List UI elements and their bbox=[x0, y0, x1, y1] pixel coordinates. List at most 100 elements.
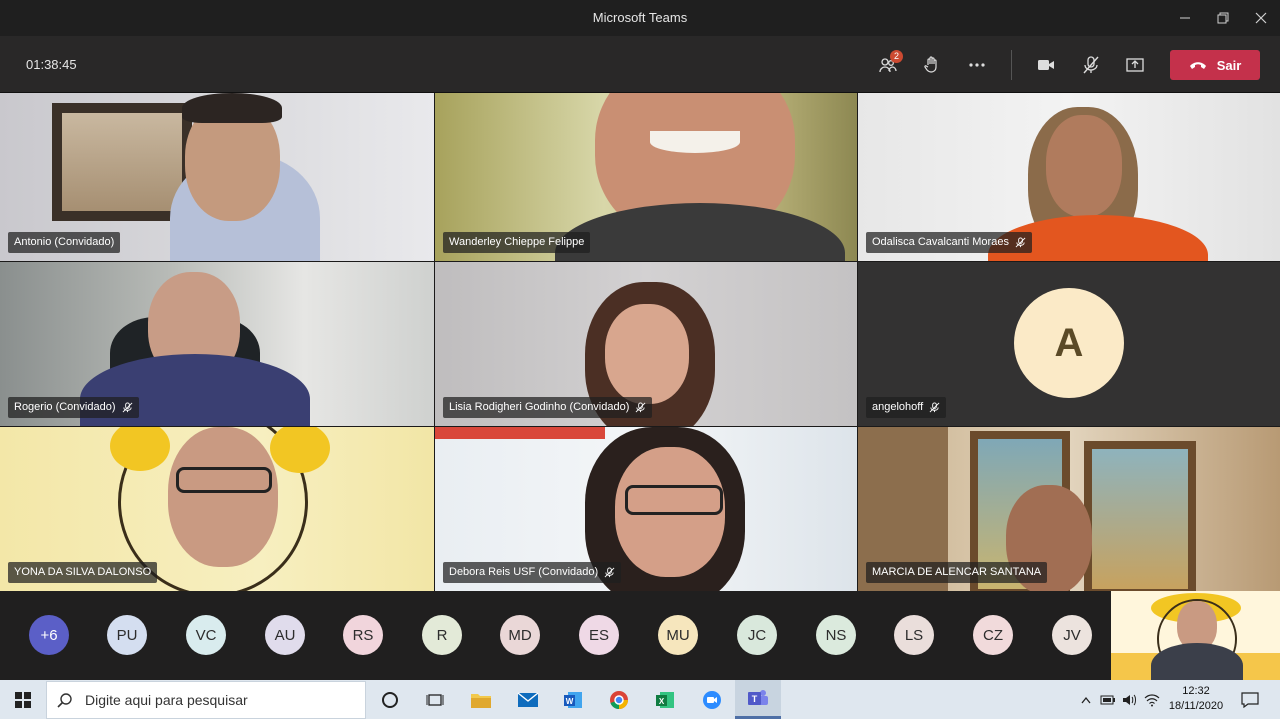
taskbar-clock[interactable]: 12:32 18/11/2020 bbox=[1160, 684, 1232, 714]
video-tile[interactable]: MARCIA DE ALENCAR SANTANA bbox=[858, 427, 1280, 591]
leave-call-label: Sair bbox=[1216, 57, 1242, 73]
mail-button[interactable] bbox=[505, 680, 551, 719]
participant-avatar[interactable]: VC bbox=[186, 615, 226, 655]
leave-call-button[interactable]: Sair bbox=[1170, 50, 1260, 80]
mail-icon bbox=[517, 691, 539, 707]
restore-icon[interactable] bbox=[1204, 0, 1242, 36]
file-explorer-button[interactable] bbox=[458, 680, 504, 719]
self-view-video[interactable] bbox=[1111, 591, 1280, 680]
video-tile[interactable]: Lisia Rodigheri Godinho (Convidado) bbox=[435, 262, 857, 426]
word-icon: W bbox=[564, 691, 582, 708]
network-button[interactable] bbox=[1142, 680, 1162, 719]
zoom-button[interactable] bbox=[689, 680, 735, 719]
video-tile[interactable]: YONA DA SILVA DALONSO bbox=[0, 427, 434, 591]
hand-icon bbox=[924, 56, 937, 73]
wifi-icon bbox=[1144, 693, 1160, 706]
share-screen-icon bbox=[1126, 58, 1144, 72]
title-bar: Microsoft Teams bbox=[0, 0, 1280, 36]
participants-count-badge: 2 bbox=[890, 50, 903, 63]
participant-avatar[interactable]: NS bbox=[816, 615, 856, 655]
cortana-button[interactable] bbox=[367, 680, 413, 719]
share-screen-button[interactable] bbox=[1120, 50, 1150, 80]
chevron-up-icon bbox=[1081, 696, 1091, 703]
notification-icon bbox=[1241, 691, 1259, 708]
participant-avatar[interactable]: JV bbox=[1052, 615, 1092, 655]
teams-window: Microsoft Teams 01:38:45 2 Sair Antonio … bbox=[0, 0, 1280, 719]
more-participants-button[interactable]: +6 bbox=[29, 615, 69, 655]
participant-name-tag: Debora Reis USF (Convidado) bbox=[443, 562, 622, 583]
mic-off-icon bbox=[604, 567, 615, 578]
search-icon bbox=[57, 693, 72, 708]
video-tile[interactable]: Wanderley Chieppe Felippe bbox=[435, 93, 857, 261]
teams-icon: T bbox=[748, 690, 768, 705]
close-icon[interactable] bbox=[1242, 0, 1280, 36]
toolbar-divider bbox=[1011, 50, 1012, 80]
mic-off-icon bbox=[122, 402, 132, 413]
folder-icon bbox=[471, 693, 491, 708]
participant-avatar[interactable]: LS bbox=[894, 615, 934, 655]
participant-name-tag: Antonio (Convidado) bbox=[8, 232, 121, 253]
start-button[interactable] bbox=[0, 680, 46, 719]
battery-button[interactable] bbox=[1098, 680, 1118, 719]
zoom-icon bbox=[703, 690, 721, 709]
volume-button[interactable] bbox=[1120, 680, 1140, 719]
hang-up-icon bbox=[1189, 62, 1206, 69]
camera-icon bbox=[1038, 60, 1054, 70]
battery-icon bbox=[1100, 695, 1115, 704]
excel-icon: X bbox=[656, 691, 674, 708]
windows-taskbar: Digite aqui para pesquisar W X T 12:32 1… bbox=[0, 680, 1280, 719]
minimize-icon[interactable] bbox=[1166, 0, 1204, 36]
participant-name-tag: MARCIA DE ALENCAR SANTANA bbox=[866, 562, 1048, 583]
svg-text:T: T bbox=[752, 694, 758, 704]
word-button[interactable]: W bbox=[550, 680, 596, 719]
windows-logo-icon bbox=[15, 691, 31, 708]
participant-avatar[interactable]: R bbox=[422, 615, 462, 655]
participant-avatar[interactable]: AU bbox=[265, 615, 305, 655]
microphone-button[interactable] bbox=[1076, 50, 1106, 80]
teams-button[interactable]: T bbox=[735, 680, 781, 719]
participant-name-tag: YONA DA SILVA DALONSO bbox=[8, 562, 158, 583]
call-timer: 01:38:45 bbox=[26, 57, 77, 72]
show-hidden-icons-button[interactable] bbox=[1076, 680, 1096, 719]
mic-off-icon bbox=[929, 402, 940, 413]
participant-name-tag: Lisia Rodigheri Godinho (Convidado) bbox=[443, 397, 653, 418]
video-tile[interactable]: Odalisca Cavalcanti Moraes bbox=[858, 93, 1280, 261]
participant-avatar[interactable]: JC bbox=[737, 615, 777, 655]
participant-avatar: A bbox=[1014, 288, 1124, 398]
participant-name-tag: Wanderley Chieppe Felippe bbox=[443, 232, 591, 253]
participant-name-tag: Rogerio (Convidado) bbox=[8, 397, 139, 418]
cortana-icon bbox=[382, 691, 398, 708]
task-view-button[interactable] bbox=[412, 680, 458, 719]
chrome-icon bbox=[610, 690, 628, 709]
call-toolbar: 01:38:45 2 Sair bbox=[0, 36, 1280, 93]
participant-name-tag: angelohoff bbox=[866, 397, 947, 418]
video-tile[interactable]: Debora Reis USF (Convidado) bbox=[435, 427, 857, 591]
taskbar-search-box[interactable]: Digite aqui para pesquisar bbox=[46, 681, 366, 719]
svg-text:X: X bbox=[659, 697, 665, 706]
participant-name-tag: Odalisca Cavalcanti Moraes bbox=[866, 232, 1032, 253]
participant-avatar[interactable]: MU bbox=[658, 615, 698, 655]
notifications-button[interactable] bbox=[1236, 680, 1264, 719]
participant-avatar[interactable]: RS bbox=[343, 615, 383, 655]
window-title: Microsoft Teams bbox=[592, 10, 688, 25]
participant-avatar[interactable]: PU bbox=[107, 615, 147, 655]
participant-avatar[interactable]: CZ bbox=[973, 615, 1013, 655]
mic-off-icon bbox=[1015, 237, 1026, 248]
participant-avatar[interactable]: ES bbox=[579, 615, 619, 655]
participant-avatar[interactable]: MD bbox=[500, 615, 540, 655]
video-tile[interactable]: Antonio (Convidado) bbox=[0, 93, 434, 261]
more-icon bbox=[969, 63, 985, 67]
task-view-icon bbox=[426, 693, 444, 706]
camera-button[interactable] bbox=[1031, 50, 1061, 80]
participant-strip: +6 PU VC AU RS R MD ES MU JC NS LS CZ JV bbox=[0, 591, 1280, 680]
more-actions-button[interactable] bbox=[962, 50, 992, 80]
participants-button[interactable]: 2 bbox=[873, 50, 903, 80]
clock-time: 12:32 bbox=[1182, 685, 1210, 697]
chrome-button[interactable] bbox=[596, 680, 642, 719]
raise-hand-button[interactable] bbox=[917, 50, 947, 80]
video-tile[interactable]: A angelohoff bbox=[858, 262, 1280, 426]
clock-date: 18/11/2020 bbox=[1168, 700, 1224, 712]
video-grid: Antonio (Convidado) Wanderley Chieppe Fe… bbox=[0, 93, 1280, 591]
video-tile[interactable]: Rogerio (Convidado) bbox=[0, 262, 434, 426]
excel-button[interactable]: X bbox=[642, 680, 688, 719]
